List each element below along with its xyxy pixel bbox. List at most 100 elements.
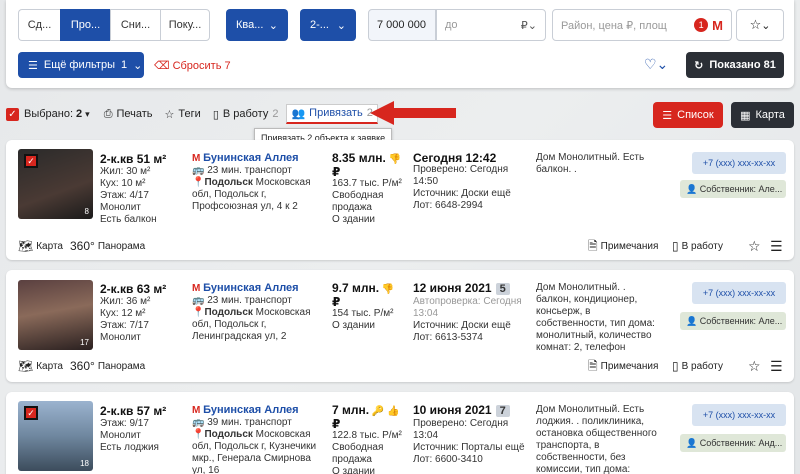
listing-photo[interactable]: ✓ 18 bbox=[18, 401, 93, 471]
city: Подольск bbox=[204, 429, 253, 440]
listing-title[interactable]: 2-к.кв 51 м² bbox=[100, 152, 180, 166]
sliders-icon: ☰ bbox=[28, 59, 38, 72]
listing-checkbox[interactable]: ✓ bbox=[24, 154, 38, 168]
selection-dropdown-icon[interactable]: ▾ bbox=[85, 109, 90, 120]
owner-badge[interactable]: 👤 Собственник: Анд... bbox=[680, 434, 786, 452]
checked-status: Проверено: Сегодня 13:04 bbox=[413, 418, 509, 441]
chevron-down-icon: ⌄ bbox=[761, 19, 771, 32]
panorama-360-icon: 360° bbox=[70, 359, 95, 373]
about-building-link[interactable]: О здании bbox=[332, 320, 404, 332]
map-link[interactable]: 🗺 Карта bbox=[18, 240, 63, 252]
source[interactable]: Источник: Порталы ещё bbox=[413, 442, 528, 454]
price: 7 млн. bbox=[332, 403, 370, 417]
listing-photo[interactable]: ✓ 8 bbox=[18, 149, 93, 219]
to-work-item-button[interactable]: ▯ В работу bbox=[672, 360, 723, 372]
document-icon: ▯ bbox=[672, 239, 679, 253]
panorama-link[interactable]: 360° Панорама bbox=[70, 360, 145, 372]
eraser-icon: ⌫ bbox=[154, 60, 170, 72]
building-type: Монолит bbox=[100, 430, 141, 441]
favorite-search-icon[interactable]: ♡⌄ bbox=[644, 56, 668, 73]
phone-button[interactable]: +7 (xxx) xxx-xx-xx bbox=[692, 282, 786, 304]
panorama-link[interactable]: 360° Панорама bbox=[70, 240, 145, 252]
notes-icon: 🗎 bbox=[588, 359, 598, 373]
price-from-input[interactable]: 7 000 000 bbox=[368, 9, 436, 41]
rooms-value: 2-... bbox=[310, 19, 329, 31]
about-building-link[interactable]: О здании bbox=[332, 214, 404, 226]
chevron-down-icon: ⌄ bbox=[133, 59, 143, 72]
currency-selector[interactable]: ₽⌄ bbox=[521, 19, 537, 32]
lot-number: Лот: 6648-2994 bbox=[413, 200, 483, 211]
thumb-down-icon[interactable]: 👎 bbox=[389, 154, 401, 165]
map-view-button[interactable]: ▦ Карта bbox=[731, 102, 794, 128]
metro-station[interactable]: Бунинская Аллея bbox=[203, 152, 298, 164]
listing-card[interactable]: ✓ 8 2-к.кв 51 м² Жил: 30 м² Кух: 10 м² Э… bbox=[6, 140, 794, 260]
pin-icon: 📍 bbox=[192, 429, 205, 440]
segment-sale[interactable]: Про... bbox=[60, 9, 110, 41]
printer-icon: ⎙ bbox=[103, 107, 113, 120]
owner-badge[interactable]: 👤 Собственник: Але... bbox=[680, 312, 786, 330]
rooms-dropdown[interactable]: 2-... ⌄ bbox=[300, 9, 356, 41]
selected-label: Выбрано: bbox=[24, 108, 74, 120]
list-icon: ☰ bbox=[662, 109, 673, 122]
segment-rent-want[interactable]: Сни... bbox=[110, 9, 160, 41]
owner-badge[interactable]: 👤 Собственник: Але... bbox=[680, 180, 786, 198]
checked-status: Проверено: Сегодня 14:50 bbox=[413, 164, 509, 187]
map-link[interactable]: 🗺 Карта bbox=[18, 360, 63, 372]
favorite-star-icon[interactable]: ☆ bbox=[748, 358, 761, 375]
metro-station[interactable]: Бунинская Аллея bbox=[203, 282, 298, 294]
transport-time: 23 мин. транспорт bbox=[207, 165, 292, 176]
building-type: Монолит bbox=[100, 202, 141, 213]
listing-title[interactable]: 2-к.кв 57 м² bbox=[100, 404, 180, 418]
thumb-up-icon[interactable]: 👍 bbox=[387, 406, 399, 417]
duplicates-badge[interactable]: 7 bbox=[495, 405, 510, 417]
listing-title[interactable]: 2-к.кв 63 м² bbox=[100, 282, 180, 296]
reset-filters-link[interactable]: ⌫ Сбросить 7 bbox=[154, 59, 231, 73]
source[interactable]: Источник: Доски ещё bbox=[413, 188, 528, 200]
notes-icon: 🗎 bbox=[588, 239, 598, 253]
user-icon: 👤 bbox=[686, 437, 698, 448]
bus-icon: 🚌 bbox=[192, 165, 205, 176]
sale-type: Свободная продажа bbox=[332, 190, 384, 213]
metro-station[interactable]: Бунинская Аллея bbox=[203, 404, 298, 416]
to-work-button[interactable]: ▯ В работу 2 bbox=[213, 108, 279, 121]
select-all-checkbox[interactable]: ✓ bbox=[6, 107, 19, 121]
notes-button[interactable]: 🗎 Примечания bbox=[588, 360, 658, 372]
price-to-input[interactable]: до ₽⌄ bbox=[436, 9, 546, 41]
price-currency: ₽ bbox=[332, 165, 341, 179]
listing-checkbox[interactable]: ✓ bbox=[24, 406, 38, 420]
location-search-placeholder: Район, цена ₽, площ bbox=[561, 19, 667, 32]
print-button[interactable]: ⎙ Печать bbox=[104, 108, 153, 121]
phone-button[interactable]: +7 (xxx) xxx-xx-xx bbox=[692, 152, 786, 174]
thumb-down-icon[interactable]: 👎 bbox=[382, 284, 394, 295]
to-work-item-button[interactable]: ▯ В работу bbox=[672, 240, 723, 252]
segment-buy[interactable]: Поку... bbox=[160, 9, 210, 41]
favorites-dropdown[interactable]: ☆ ⌄ bbox=[736, 9, 784, 41]
listing-card[interactable]: 17 2-к.кв 63 м² Жил: 36 м² Кух: 12 м² Эт… bbox=[6, 270, 794, 382]
location-search-input[interactable]: Район, цена ₽, площ 1 M bbox=[552, 9, 732, 41]
metro-icon[interactable]: M bbox=[712, 18, 723, 33]
source[interactable]: Источник: Доски ещё bbox=[413, 320, 528, 332]
favorite-star-icon[interactable]: ☆ bbox=[748, 238, 761, 255]
listing-card[interactable]: ✓ 18 2-к.кв 57 м² Этаж: 9/17 Монолит Ест… bbox=[6, 392, 794, 474]
listing-photo[interactable]: 17 bbox=[18, 280, 93, 350]
phone-button[interactable]: +7 (xxx) xxx-xx-xx bbox=[692, 404, 786, 426]
price: 9.7 млн. bbox=[332, 281, 380, 295]
list-view-button[interactable]: ☰ Список bbox=[653, 102, 723, 128]
about-building-link[interactable]: О здании bbox=[332, 466, 404, 474]
listing-description: Дом Монолитный. . балкон, кондиционер, к… bbox=[536, 282, 655, 353]
shown-results-label: Показано 81 bbox=[709, 59, 776, 71]
tags-button[interactable]: ☆ Теги bbox=[165, 108, 201, 121]
map-icon: 🗺 bbox=[18, 359, 34, 373]
kitchen-area: Кух: 10 м² bbox=[100, 178, 146, 189]
notes-button[interactable]: 🗎 Примечания bbox=[588, 240, 658, 252]
menu-icon[interactable]: ☰ bbox=[770, 238, 783, 255]
segment-rent[interactable]: Сд... bbox=[18, 9, 60, 41]
more-filters-button[interactable]: ☰ Ещё фильтры 1 ⌄ bbox=[18, 52, 144, 78]
bind-to-request-button[interactable]: 👥 Привязать 2 bbox=[286, 104, 378, 124]
menu-icon[interactable]: ☰ bbox=[770, 358, 783, 375]
photo-count: 8 bbox=[84, 207, 89, 216]
duplicates-badge[interactable]: 5 bbox=[495, 283, 510, 295]
transport-time: 39 мин. транспорт bbox=[207, 417, 292, 428]
shown-results-button[interactable]: ↻ Показано 81 bbox=[686, 52, 784, 78]
property-type-dropdown[interactable]: Ква... ⌄ bbox=[226, 9, 288, 41]
